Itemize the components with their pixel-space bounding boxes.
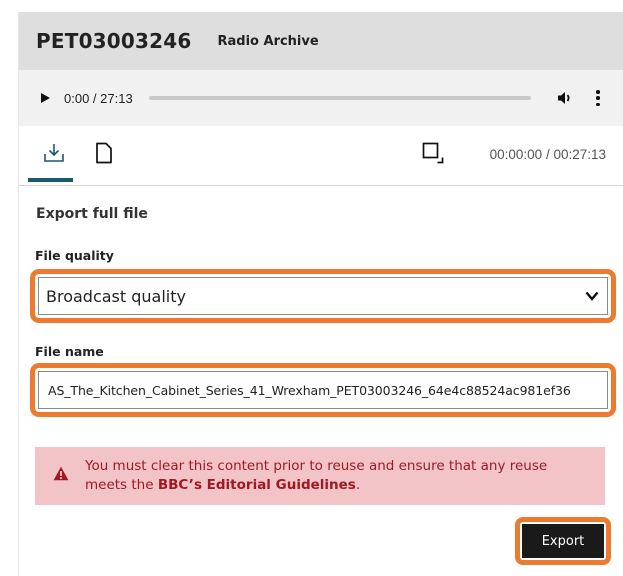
tab-active-indicator (28, 178, 73, 182)
time-range: 00:00:00 / 00:27:13 (489, 147, 606, 162)
file-name-field-inner (38, 371, 608, 409)
section-title: Export full file (36, 206, 148, 222)
file-quality-select-inner: Broadcast quality (38, 277, 608, 315)
tab-download[interactable] (39, 142, 69, 166)
crop-button[interactable] (422, 142, 444, 164)
play-icon[interactable] (41, 93, 50, 103)
more-options-icon[interactable] (593, 90, 603, 106)
volume-icon[interactable] (557, 91, 573, 105)
file-name-field (30, 363, 616, 417)
editorial-guidelines-link[interactable]: BBC’s Editorial Guidelines (158, 477, 356, 493)
header: PET03003246 Radio Archive (19, 12, 623, 70)
file-name-input[interactable] (48, 382, 607, 398)
file-quality-select[interactable]: Broadcast quality (30, 269, 616, 323)
export-button[interactable]: Export (522, 524, 604, 558)
page-title: PET03003246 (36, 29, 192, 53)
toolbar: 00:00:00 / 00:27:13 (19, 126, 623, 186)
audio-player: 0:00 / 27:13 (19, 70, 623, 126)
player-progress-bar[interactable] (148, 96, 531, 100)
warning-banner: You must clear this content prior to reu… (35, 447, 605, 505)
player-time: 0:00 / 27:13 (64, 90, 133, 106)
warning-icon (53, 466, 69, 481)
file-name-label: File name (35, 344, 104, 359)
chevron-down-icon (585, 291, 599, 301)
warning-text: You must clear this content prior to reu… (85, 457, 575, 495)
download-icon (44, 144, 64, 162)
warning-text-end: . (355, 477, 361, 493)
file-quality-label: File quality (35, 248, 114, 263)
export-button-highlight: Export (515, 517, 611, 565)
file-quality-value: Broadcast quality (46, 286, 186, 306)
tab-file[interactable] (95, 142, 113, 166)
file-icon (96, 142, 112, 164)
crop-icon (422, 142, 444, 164)
page-subtitle: Radio Archive (217, 33, 319, 49)
